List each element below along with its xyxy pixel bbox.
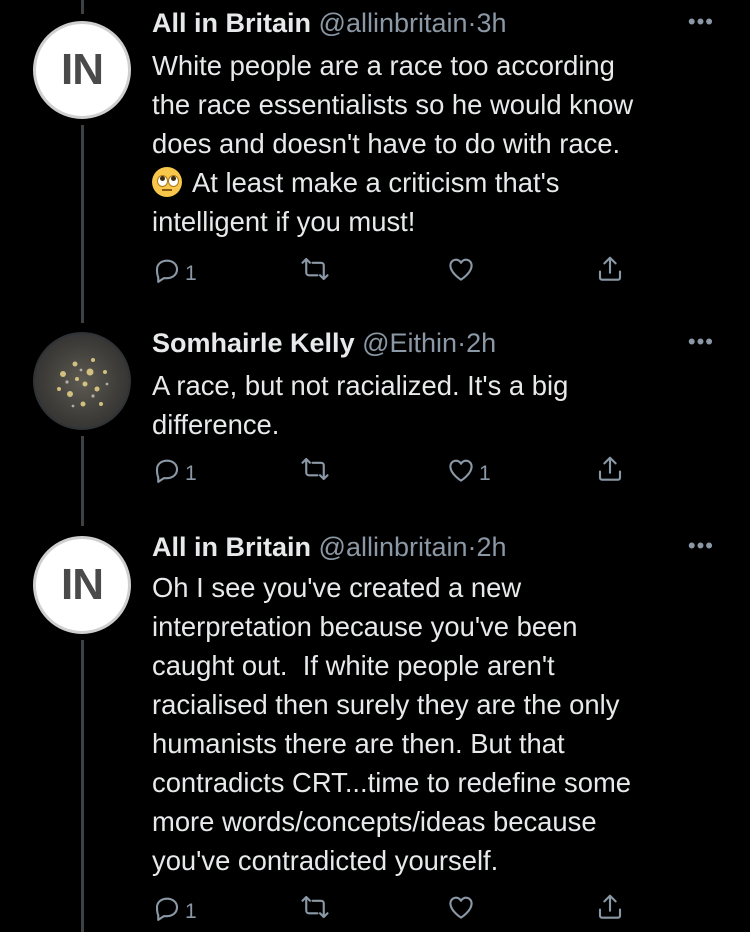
like-button[interactable] bbox=[446, 892, 479, 922]
tweet-text-part: White people are a race too according th… bbox=[152, 50, 634, 159]
avatar-image bbox=[57, 358, 109, 408]
author-handle[interactable]: @allinbritain bbox=[319, 532, 468, 562]
tweet-text: White people are a race too according th… bbox=[152, 46, 722, 241]
retweet-button[interactable] bbox=[300, 254, 333, 284]
share-icon bbox=[598, 256, 622, 281]
author-handle[interactable]: @Eithin bbox=[362, 328, 457, 358]
separator: · bbox=[467, 532, 477, 562]
timestamp[interactable]: 2h bbox=[466, 328, 496, 358]
author-handle[interactable]: @allinbritain bbox=[319, 8, 468, 38]
share-icon bbox=[598, 894, 622, 919]
reply-icon bbox=[155, 897, 179, 921]
reply-icon bbox=[155, 459, 179, 483]
tweet-text-part: At least make a criticism that's intelli… bbox=[152, 167, 560, 237]
tweet-text: A race, but not racialized. It's a big d… bbox=[152, 370, 569, 440]
share-button[interactable] bbox=[595, 892, 625, 922]
heart-icon bbox=[449, 258, 473, 281]
share-button[interactable] bbox=[595, 454, 625, 484]
author-name[interactable]: All in Britain bbox=[152, 8, 311, 38]
ellipsis-icon[interactable]: ••• bbox=[688, 331, 714, 353]
share-icon bbox=[598, 456, 622, 481]
tweet-header: Somhairle Kelly @Eithin·2h bbox=[152, 326, 496, 360]
tweet-actions: 1 1 bbox=[0, 454, 750, 488]
reply-button[interactable]: 1 bbox=[152, 254, 197, 286]
retweet-button[interactable] bbox=[300, 892, 333, 922]
thread-line bbox=[81, 125, 84, 323]
timestamp[interactable]: 3h bbox=[477, 8, 507, 38]
tweet-actions: 1 bbox=[0, 892, 750, 926]
retweet-button[interactable] bbox=[300, 454, 333, 484]
author-name[interactable]: All in Britain bbox=[152, 532, 311, 562]
like-count: 1 bbox=[479, 462, 491, 485]
avatar[interactable]: IN bbox=[33, 21, 131, 119]
reply-button[interactable]: 1 bbox=[152, 454, 197, 486]
separator: · bbox=[467, 8, 477, 38]
reply-icon bbox=[155, 259, 179, 283]
retweet-icon bbox=[301, 257, 329, 281]
separator: · bbox=[457, 328, 467, 358]
timestamp[interactable]: 2h bbox=[477, 532, 507, 562]
tweet-header: All in Britain @allinbritain·3h bbox=[152, 6, 507, 40]
heart-icon bbox=[449, 459, 473, 482]
thread-line bbox=[81, 640, 84, 932]
reply-count: 1 bbox=[185, 900, 197, 923]
avatar-initials: IN bbox=[61, 45, 104, 94]
avatar[interactable]: IN bbox=[33, 536, 131, 634]
avatar[interactable] bbox=[33, 332, 131, 430]
avatar-initials: IN bbox=[61, 560, 104, 609]
ellipsis-icon[interactable]: ••• bbox=[688, 11, 714, 33]
author-name[interactable]: Somhairle Kelly bbox=[152, 328, 355, 358]
like-button[interactable]: 1 bbox=[446, 454, 491, 486]
like-button[interactable] bbox=[446, 254, 479, 284]
share-button[interactable] bbox=[595, 254, 625, 284]
tweet-header: All in Britain @allinbritain·2h bbox=[152, 530, 507, 564]
reply-count: 1 bbox=[185, 462, 197, 485]
tweet-text: Oh I see you've created a new interpreta… bbox=[152, 572, 632, 876]
retweet-icon bbox=[301, 457, 329, 481]
ellipsis-icon[interactable]: ••• bbox=[688, 535, 714, 557]
heart-icon bbox=[449, 896, 473, 919]
thread-line bbox=[81, 0, 84, 14]
reply-button[interactable]: 1 bbox=[152, 892, 197, 924]
reply-count: 1 bbox=[185, 262, 197, 285]
retweet-icon bbox=[301, 895, 329, 919]
tweet-actions: 1 bbox=[0, 254, 750, 288]
face-with-rolling-eyes-icon bbox=[152, 167, 182, 197]
